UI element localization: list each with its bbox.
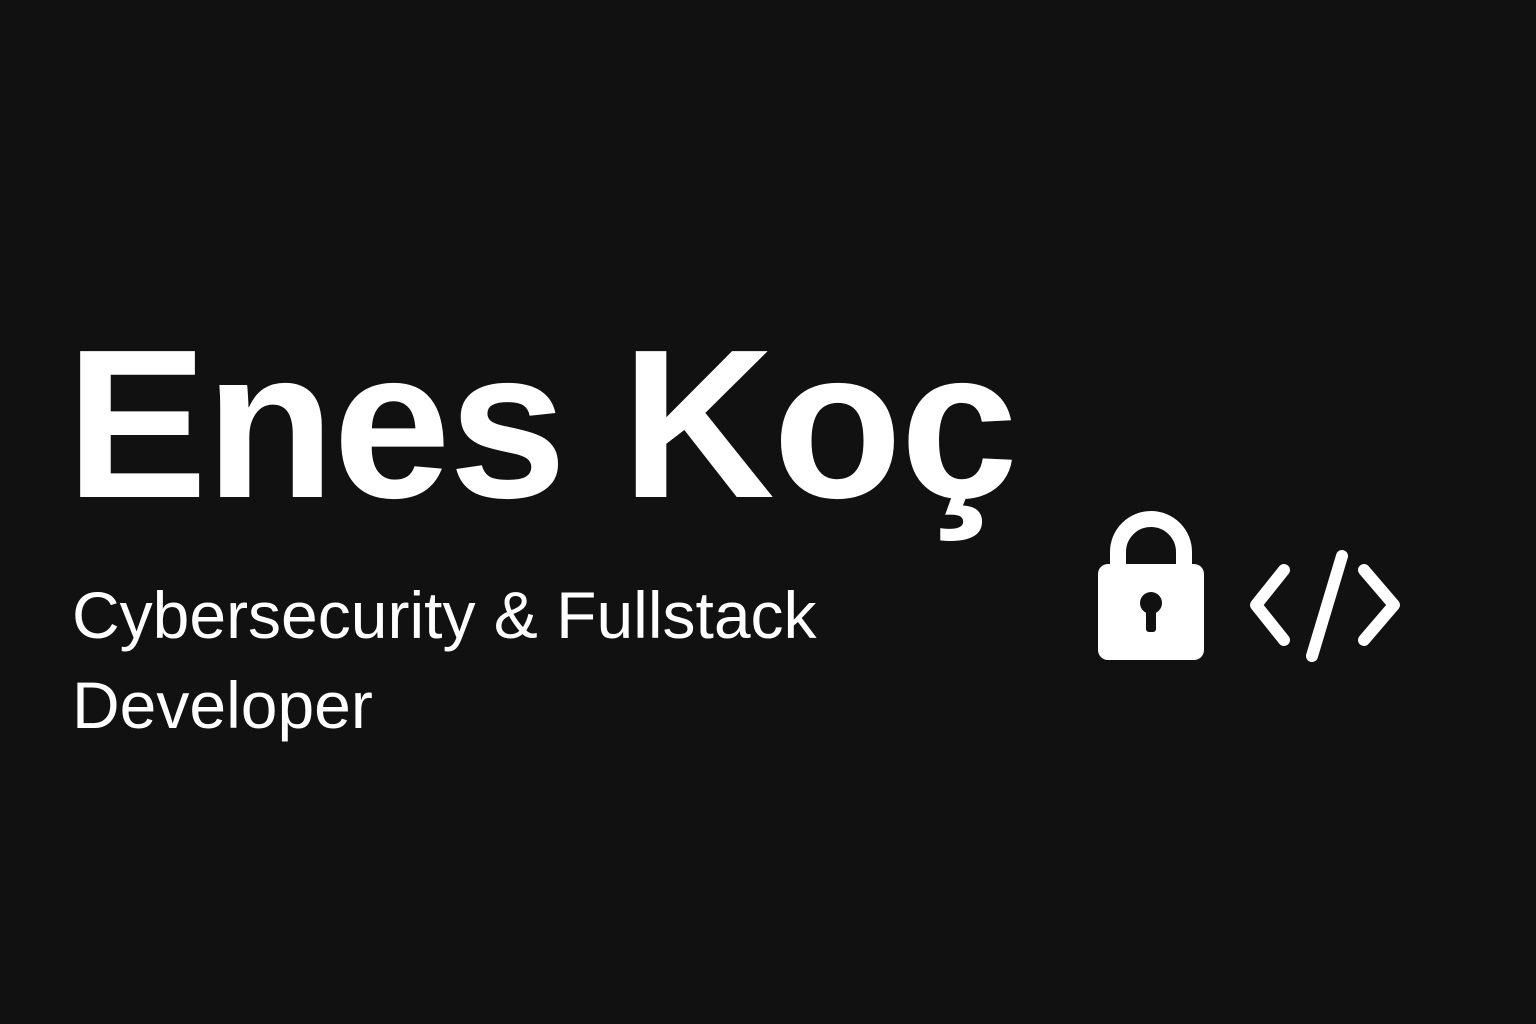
code-icon bbox=[1250, 550, 1400, 662]
icon-group bbox=[1090, 500, 1410, 670]
person-name: Enes Koç bbox=[66, 305, 1018, 542]
lock-icon bbox=[1098, 511, 1204, 660]
job-title: Cybersecurity & Fullstack Developer bbox=[72, 578, 817, 742]
hero-banner: Enes Koç Cybersecurity & Fullstack Devel… bbox=[0, 0, 1536, 1024]
